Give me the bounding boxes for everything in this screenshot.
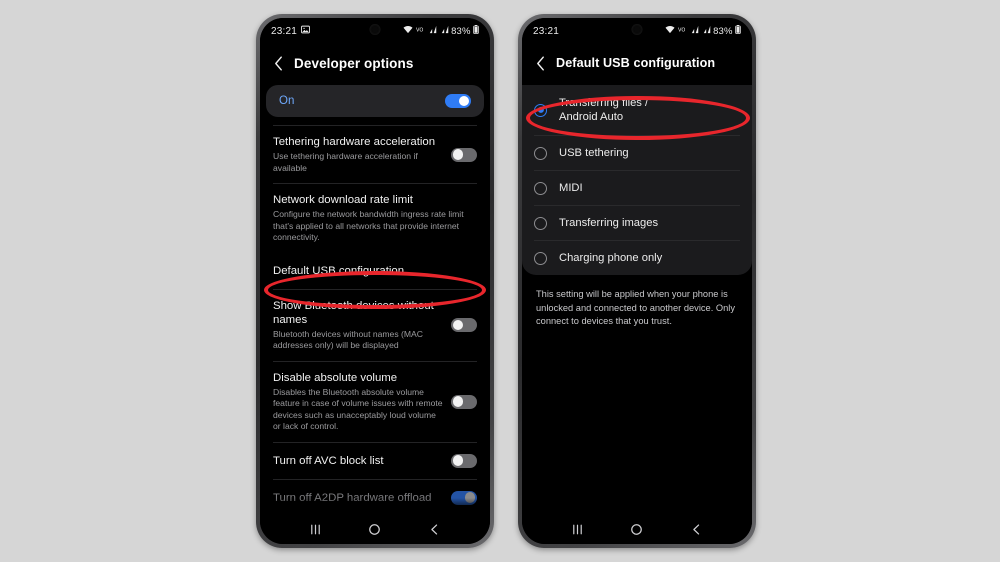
radio-button-icon[interactable] bbox=[534, 251, 547, 265]
radio-option-label: Transferring files / Android Auto bbox=[559, 97, 649, 123]
volte-icon: VO bbox=[416, 25, 426, 37]
setting-subtitle: Bluetooth devices without names (MAC add… bbox=[273, 328, 423, 351]
system-nav-bar-left[interactable] bbox=[260, 514, 490, 544]
front-camera-punch-hole bbox=[631, 24, 643, 35]
battery-percent-label: 83% bbox=[713, 25, 733, 37]
developer-options-list[interactable]: Tethering hardware acceleration Use teth… bbox=[260, 117, 490, 516]
status-bar-left: 23:21 VO 83% bbox=[260, 18, 490, 44]
battery-icon bbox=[735, 25, 741, 37]
radio-button-icon[interactable] bbox=[534, 146, 547, 160]
battery-percent-label: 83% bbox=[451, 25, 471, 37]
signal-bars-icon bbox=[702, 25, 711, 37]
battery-icon bbox=[473, 25, 479, 37]
radio-option-midi[interactable]: MIDI bbox=[522, 171, 752, 205]
signal-bars-icon bbox=[440, 25, 449, 37]
setting-title: Default USB configuration bbox=[273, 264, 405, 277]
status-time: 23:21 bbox=[271, 25, 298, 37]
status-bar-right: 23:21 VO 83% bbox=[522, 18, 752, 44]
radio-option-usb-tethering[interactable]: USB tethering bbox=[522, 136, 752, 170]
radio-option-transferring-files-android-auto[interactable]: Transferring files / Android Auto bbox=[522, 85, 752, 135]
master-toggle-switch[interactable] bbox=[445, 94, 471, 108]
setting-row-disable-absolute-volume[interactable]: Disable absolute volume Disables the Blu… bbox=[260, 362, 490, 442]
app-header-left: Developer options bbox=[260, 44, 490, 85]
setting-row-tethering-hardware-acceleration[interactable]: Tethering hardware acceleration Use teth… bbox=[260, 126, 490, 183]
setting-title: Show Bluetooth devices without names bbox=[273, 299, 434, 326]
usb-configuration-footnote: This setting will be applied when your p… bbox=[536, 289, 735, 326]
page-title: Developer options bbox=[294, 55, 414, 71]
usb-configuration-option-list[interactable]: Transferring files / Android Auto USB te… bbox=[522, 85, 752, 275]
setting-subtitle: Configure the network bandwidth ingress … bbox=[273, 209, 464, 242]
image-icon bbox=[301, 25, 310, 37]
page-title: Default USB configuration bbox=[556, 56, 716, 70]
screenshot-stage: 23:21 VO 83% Developer options On Tether… bbox=[0, 0, 1000, 562]
chevron-left-icon[interactable] bbox=[534, 54, 547, 72]
wifi-icon bbox=[403, 25, 413, 37]
setting-row-turn-off-avc-block-list[interactable]: Turn off AVC block list bbox=[260, 443, 490, 479]
svg-text:VO: VO bbox=[678, 27, 685, 33]
svg-text:VO: VO bbox=[416, 27, 423, 33]
radio-option-transferring-images[interactable]: Transferring images bbox=[522, 206, 752, 240]
setting-title: Turn off A2DP hardware offload bbox=[273, 491, 432, 504]
wifi-icon bbox=[665, 25, 675, 37]
radio-button-selected-icon[interactable] bbox=[534, 103, 547, 117]
show-bluetooth-devices-toggle[interactable] bbox=[451, 318, 477, 332]
turn-off-a2dp-hardware-offload-toggle[interactable] bbox=[451, 490, 477, 505]
disable-absolute-volume-toggle[interactable] bbox=[451, 394, 477, 409]
phone-device-right: 23:21 VO 83% Default USB configuration T… bbox=[518, 14, 756, 548]
phone-screen-left: 23:21 VO 83% Developer options On Tether… bbox=[260, 18, 490, 544]
master-toggle-label: On bbox=[279, 95, 295, 107]
system-nav-bar-right[interactable] bbox=[522, 514, 752, 544]
radio-option-label: MIDI bbox=[559, 182, 583, 194]
front-camera-punch-hole bbox=[369, 24, 381, 35]
radio-option-label: USB tethering bbox=[559, 147, 629, 159]
setting-title: Network download rate limit bbox=[273, 194, 413, 206]
back-icon[interactable] bbox=[422, 517, 446, 541]
phone-screen-right: 23:21 VO 83% Default USB configuration T… bbox=[522, 18, 752, 544]
radio-option-charging-phone-only[interactable]: Charging phone only bbox=[522, 241, 752, 275]
setting-title: Tethering hardware acceleration bbox=[273, 136, 436, 148]
recents-icon[interactable] bbox=[304, 517, 328, 541]
home-icon[interactable] bbox=[363, 517, 387, 541]
signal-bars-icon bbox=[690, 25, 699, 37]
radio-button-icon[interactable] bbox=[534, 216, 547, 230]
app-header-right: Default USB configuration bbox=[522, 44, 752, 85]
radio-option-label: Charging phone only bbox=[559, 252, 663, 264]
setting-row-default-usb-configuration[interactable]: Default USB configuration bbox=[260, 253, 490, 289]
setting-row-turn-off-a2dp-hardware-offload[interactable]: Turn off A2DP hardware offload bbox=[260, 480, 490, 516]
recents-icon[interactable] bbox=[566, 517, 590, 541]
radio-button-icon[interactable] bbox=[534, 181, 547, 195]
setting-row-show-bluetooth-devices-without-names[interactable]: Show Bluetooth devices without names Blu… bbox=[260, 290, 490, 361]
back-icon[interactable] bbox=[684, 517, 708, 541]
status-time: 23:21 bbox=[533, 25, 560, 37]
chevron-left-icon[interactable] bbox=[272, 54, 285, 72]
radio-option-label: Transferring images bbox=[559, 217, 659, 229]
turn-off-avc-block-list-toggle[interactable] bbox=[451, 453, 477, 468]
tethering-hardware-acceleration-toggle[interactable] bbox=[451, 147, 477, 162]
phone-device-left: 23:21 VO 83% Developer options On Tether… bbox=[256, 14, 494, 548]
setting-row-network-download-rate-limit[interactable]: Network download rate limit Configure th… bbox=[260, 184, 490, 253]
setting-title: Disable absolute volume bbox=[273, 371, 398, 384]
signal-bars-icon bbox=[428, 25, 437, 37]
setting-title: Turn off AVC block list bbox=[273, 454, 384, 467]
setting-subtitle: Use tethering hardware acceleration if a… bbox=[273, 151, 418, 173]
home-icon[interactable] bbox=[625, 517, 649, 541]
setting-subtitle: Disables the Bluetooth absolute volume f… bbox=[273, 386, 443, 432]
volte-icon: VO bbox=[678, 25, 688, 37]
developer-options-master-toggle-row[interactable]: On bbox=[266, 85, 484, 117]
